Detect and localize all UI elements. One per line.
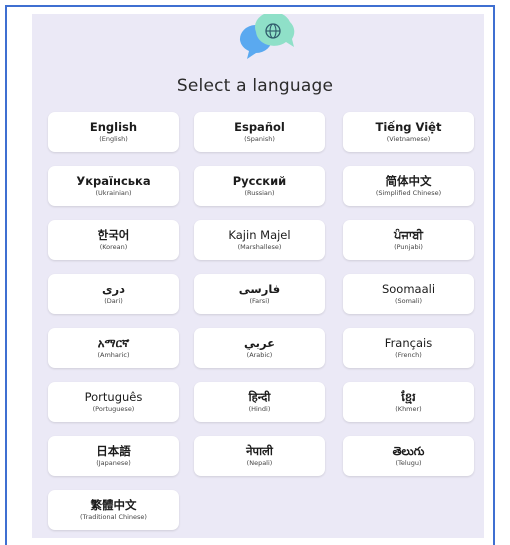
language-english-name: (Amharic)	[97, 351, 130, 359]
language-native-name: 繁體中文	[90, 498, 137, 512]
language-grid: English (English) Español (Spanish) Tiếng Vi…	[0, 0, 510, 538]
language-english-name: (Japanese)	[96, 459, 131, 467]
language-option-portuguese[interactable]: Português (Portuguese)	[48, 382, 179, 422]
language-option-punjabi[interactable]: ਪੰਜਾਬੀ (Punjabi)	[343, 220, 474, 260]
language-native-name: دری	[101, 282, 126, 296]
language-option-nepali[interactable]: नेपाली (Nepali)	[194, 436, 325, 476]
language-option-english[interactable]: English (English)	[48, 112, 179, 152]
language-native-name: 한국어	[97, 228, 130, 242]
language-english-name: (Punjabi)	[394, 243, 423, 251]
language-native-name: ਪੰਜਾਬੀ	[394, 228, 423, 242]
language-native-name: 简体中文	[385, 174, 432, 188]
language-option-dari[interactable]: دری (Dari)	[48, 274, 179, 314]
language-option-khmer[interactable]: ខ្មែរ (Khmer)	[343, 382, 474, 422]
language-native-name: عربي	[244, 336, 275, 350]
language-native-name: తెలుగు	[392, 444, 425, 458]
language-native-name: Português	[84, 390, 143, 404]
language-native-name: Tiếng Việt	[375, 120, 442, 134]
language-native-name: فارسی	[238, 282, 281, 296]
language-native-name: Українська	[76, 174, 151, 188]
language-english-name: (Dari)	[104, 297, 123, 305]
language-option-korean[interactable]: 한국어 (Korean)	[48, 220, 179, 260]
language-native-name: ខ្មែរ	[401, 390, 416, 404]
language-english-name: (French)	[395, 351, 422, 359]
language-native-name: हिन्दी	[248, 390, 271, 404]
language-option-arabic[interactable]: عربي (Arabic)	[194, 328, 325, 368]
language-english-name: (Farsi)	[249, 297, 270, 305]
language-english-name: (Telugu)	[395, 459, 422, 467]
language-native-name: English	[89, 120, 138, 134]
language-native-name: 日本語	[96, 444, 131, 458]
language-english-name: (Portuguese)	[92, 405, 135, 413]
language-option-simplified-chinese[interactable]: 简体中文 (Simplified Chinese)	[343, 166, 474, 206]
language-option-ukrainian[interactable]: Українська (Ukrainian)	[48, 166, 179, 206]
language-option-farsi[interactable]: فارسی (Farsi)	[194, 274, 325, 314]
language-english-name: (Vietnamese)	[386, 135, 431, 143]
language-native-name: Español	[234, 120, 285, 134]
language-option-telugu[interactable]: తెలుగు (Telugu)	[343, 436, 474, 476]
language-option-russian[interactable]: Русский (Russian)	[194, 166, 325, 206]
language-native-name: Français	[384, 336, 433, 350]
language-option-somali[interactable]: Soomaali (Somali)	[343, 274, 474, 314]
language-option-french[interactable]: Français (French)	[343, 328, 474, 368]
language-english-name: (Simplified Chinese)	[375, 189, 442, 197]
language-native-name: Русский	[232, 174, 287, 188]
language-english-name: (Russian)	[244, 189, 275, 197]
language-option-marshallese[interactable]: Kajin Majel (Marshallese)	[194, 220, 325, 260]
language-native-name: Kajin Majel	[228, 228, 291, 242]
language-english-name: (English)	[99, 135, 128, 143]
language-native-name: Soomaali	[381, 282, 436, 296]
language-english-name: (Ukrainian)	[95, 189, 132, 197]
language-native-name: नेपाली	[246, 444, 273, 458]
language-option-hindi[interactable]: हिन्दी (Hindi)	[194, 382, 325, 422]
language-english-name: (Nepali)	[246, 459, 273, 467]
language-english-name: (Marshallese)	[237, 243, 282, 251]
language-english-name: (Somali)	[394, 297, 423, 305]
language-option-amharic[interactable]: አማርኛ (Amharic)	[48, 328, 179, 368]
language-native-name: አማርኛ	[97, 336, 130, 350]
language-option-traditional-chinese[interactable]: 繁體中文 (Traditional Chinese)	[48, 490, 179, 530]
language-english-name: (Arabic)	[246, 351, 273, 359]
language-english-name: (Khmer)	[395, 405, 422, 413]
language-english-name: (Spanish)	[244, 135, 275, 143]
language-option-spanish[interactable]: Español (Spanish)	[194, 112, 325, 152]
language-english-name: (Traditional Chinese)	[80, 513, 147, 521]
language-option-japanese[interactable]: 日本語 (Japanese)	[48, 436, 179, 476]
language-english-name: (Korean)	[99, 243, 128, 251]
language-english-name: (Hindi)	[248, 405, 271, 413]
language-option-vietnamese[interactable]: Tiếng Việt (Vietnamese)	[343, 112, 474, 152]
